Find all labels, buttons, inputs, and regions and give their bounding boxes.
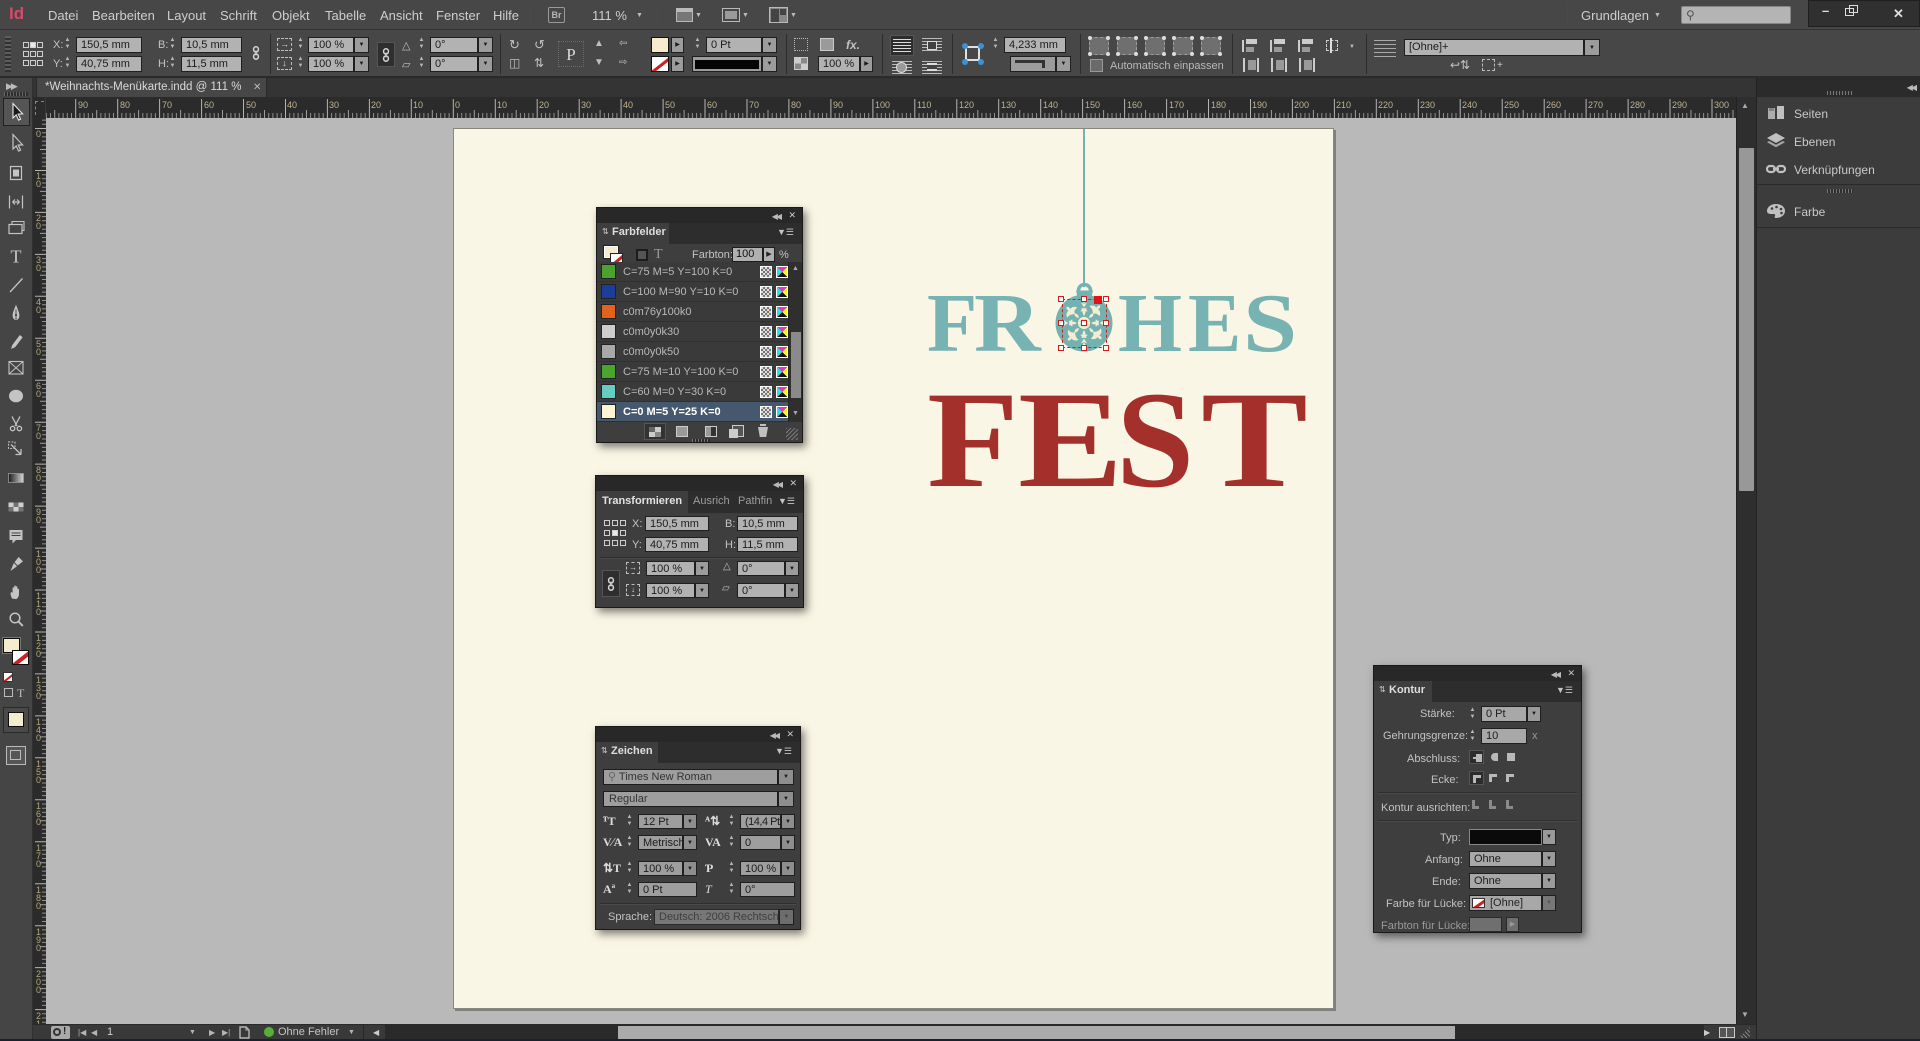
svg-text:T: T <box>11 247 22 267</box>
